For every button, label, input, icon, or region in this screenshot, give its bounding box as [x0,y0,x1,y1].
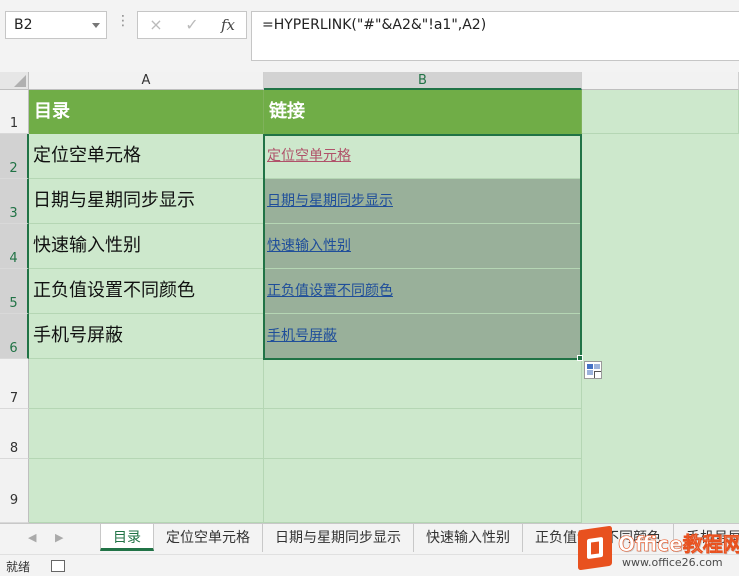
sheet-tab[interactable]: 日期与星期同步显示 [263,524,414,552]
worksheet-grid[interactable]: 目录 链接 定位空单元格 定位空单元格 日期与星期同步显示 日期与星期同步显示 … [29,90,739,523]
status-text: 就绪 [6,560,31,574]
column-header-a[interactable]: A [29,72,264,90]
cell-a6[interactable]: 手机号屏蔽 [29,314,264,359]
sheet-tabs: 目录 定位空单元格 日期与星期同步显示 快速输入性别 正负值设置不同颜色 手机号… [100,524,739,554]
link-cell-b6[interactable]: 手机号屏蔽 [264,314,582,359]
more-vertical-icon: ⋮ [116,13,130,29]
row-header[interactable]: 9 [0,459,29,523]
row-header[interactable]: 5 [0,269,29,314]
tab-scroll-right-icon[interactable]: ▶ [55,531,63,544]
row-header[interactable]: 6 [0,314,29,359]
sheet-tab[interactable]: 定位空单元格 [154,524,263,552]
hyperlink[interactable]: 正负值设置不同颜色 [267,283,393,299]
sheet-tab-bar: ◀ ▶ 目录 定位空单元格 日期与星期同步显示 快速输入性别 正负值设置不同颜色… [0,523,739,554]
sheet-tab[interactable]: 正负值设置不同颜色 [523,524,674,552]
macro-record-icon[interactable] [51,560,65,572]
cell-b7[interactable] [264,359,582,409]
sheet-tab[interactable]: 手机号屏蔽 [674,524,739,552]
formula-buttons: × ✓ fx [137,11,247,39]
tab-scroll-left-icon[interactable]: ◀ [28,531,36,544]
header-cell-a1[interactable]: 目录 [29,90,264,134]
row-header[interactable]: 7 [0,359,29,409]
quick-analysis-icon[interactable] [584,361,602,379]
row-header[interactable]: 3 [0,179,29,224]
cell-a9[interactable] [29,459,264,523]
name-box-value: B2 [14,17,33,33]
enter-icon[interactable]: ✓ [178,14,206,36]
hyperlink[interactable]: 手机号屏蔽 [267,328,337,344]
row-header[interactable]: 8 [0,409,29,459]
status-bar: 就绪 [0,554,739,576]
cell-a8[interactable] [29,409,264,459]
insert-function-icon[interactable]: fx [214,14,242,36]
formula-input[interactable]: =HYPERLINK("#"&A2&"!a1",A2) [251,11,739,61]
sheet-tab[interactable]: 快速输入性别 [414,524,523,552]
fill-handle[interactable] [577,355,583,361]
row-header[interactable]: 2 [0,134,29,179]
hyperlink[interactable]: 定位空单元格 [267,148,351,164]
link-cell-b2[interactable]: 定位空单元格 [264,134,582,179]
column-header-c[interactable] [582,72,739,90]
chevron-down-icon[interactable] [92,23,100,28]
row-headers: 1 2 3 4 5 6 7 8 9 [0,90,29,523]
cell-b9[interactable] [264,459,582,523]
cell-a7[interactable] [29,359,264,409]
sheet-tab[interactable]: 目录 [100,524,154,551]
formula-bar: B2 ⋮ × ✓ fx =HYPERLINK("#"&A2&"!a1",A2) [0,0,739,72]
cell-a5[interactable]: 正负值设置不同颜色 [29,269,264,314]
hyperlink[interactable]: 快速输入性别 [267,238,351,254]
row-header[interactable]: 4 [0,224,29,269]
link-cell-b4[interactable]: 快速输入性别 [264,224,582,269]
header-cell-b1[interactable]: 链接 [264,90,582,134]
link-cell-b5[interactable]: 正负值设置不同颜色 [264,269,582,314]
row-header[interactable]: 1 [0,90,29,134]
cancel-icon[interactable]: × [142,14,170,36]
column-header-b[interactable]: B [264,72,582,90]
cell-a4[interactable]: 快速输入性别 [29,224,264,269]
cell-c1[interactable] [582,90,739,134]
cell-a3[interactable]: 日期与星期同步显示 [29,179,264,224]
select-all-button[interactable] [0,72,29,90]
cell-b8[interactable] [264,409,582,459]
hyperlink[interactable]: 日期与星期同步显示 [267,193,393,209]
link-cell-b3[interactable]: 日期与星期同步显示 [264,179,582,224]
select-all-triangle-icon [14,75,26,87]
cell-a2[interactable]: 定位空单元格 [29,134,264,179]
name-box[interactable]: B2 [5,11,107,39]
